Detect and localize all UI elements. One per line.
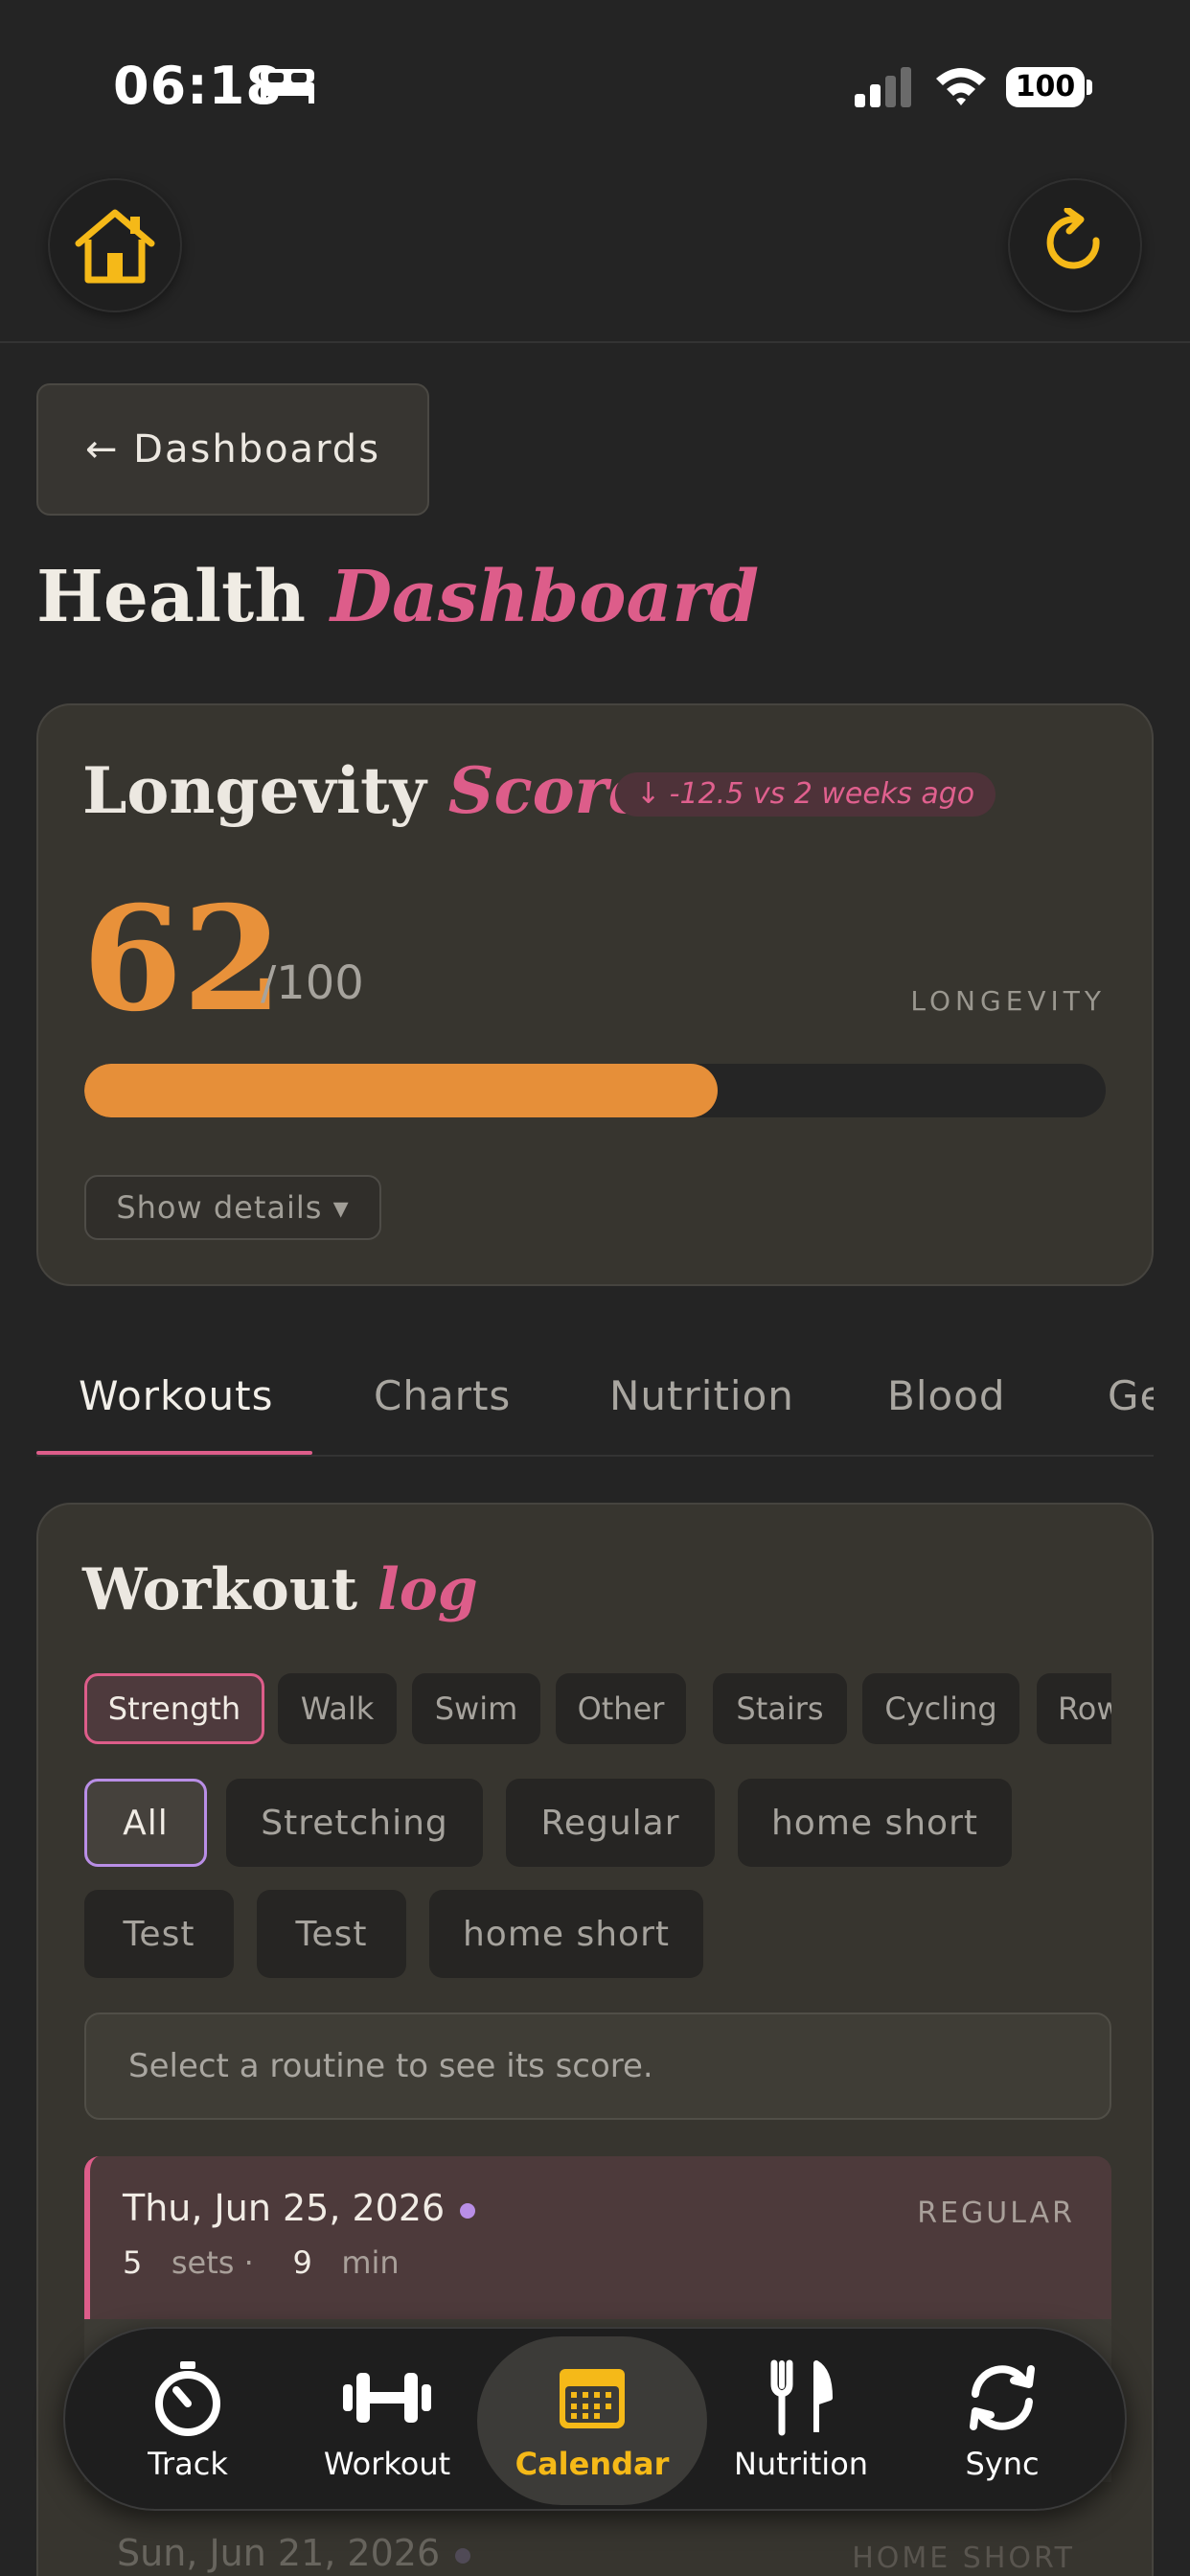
dumbbell-icon: [343, 2373, 431, 2423]
type-chip-row[interactable]: Row: [1037, 1673, 1111, 1744]
type-chip-walk[interactable]: Walk: [278, 1673, 397, 1744]
workout-title-main: Workout: [82, 1556, 358, 1623]
status-time: 06:18: [113, 56, 283, 116]
status-bar: 06:18 100: [0, 0, 1190, 172]
nav-sync[interactable]: Sync: [906, 2336, 1098, 2505]
routine-chip-home-short-2[interactable]: home short: [429, 1890, 703, 1978]
routine-dot-icon: [455, 2547, 471, 2564]
fork-knife-icon: [770, 2359, 833, 2436]
routine-chip-home-short[interactable]: home short: [738, 1779, 1012, 1867]
nav-label-track: Track: [148, 2446, 228, 2482]
entry-routine-tag: REGULAR: [917, 2196, 1075, 2230]
tab-workouts[interactable]: Workouts: [79, 1372, 274, 1419]
active-tab-underline: [36, 1451, 312, 1455]
type-chip-swim[interactable]: Swim: [412, 1673, 540, 1744]
back-to-dashboards-button[interactable]: ← Dashboards: [36, 383, 429, 516]
tab-blood[interactable]: Blood: [887, 1372, 1006, 1419]
score-delta-badge: ↓ -12.5 vs 2 weeks ago: [615, 772, 996, 816]
calendar-icon: [560, 2369, 625, 2428]
workout-title-accent: log: [377, 1556, 478, 1623]
entry-routine-tag: HOME SHORT: [852, 2542, 1075, 2575]
entry-sets-unit: sets ·: [171, 2244, 254, 2281]
show-details-button[interactable]: Show details ▾: [84, 1175, 381, 1240]
nav-workout[interactable]: Workout: [291, 2336, 483, 2505]
header-divider: [0, 341, 1190, 343]
type-chip-stairs[interactable]: Stairs: [713, 1673, 847, 1744]
entry-minutes: 9: [292, 2244, 312, 2281]
battery-indicator: 100: [1006, 67, 1092, 107]
routine-score-hint: Select a routine to see its score.: [84, 2012, 1111, 2120]
workout-type-filter: Strength Walk Swim Other Stairs Cycling …: [84, 1673, 1111, 1746]
page-title-main: Health: [36, 556, 307, 638]
sync-icon: [970, 2365, 1035, 2430]
battery-level: 100: [1006, 67, 1085, 107]
refresh-icon: [1046, 208, 1100, 269]
tab-charts[interactable]: Charts: [374, 1372, 511, 1419]
dashboard-tabs: Workouts Charts Nutrition Blood Ge: [36, 1361, 1154, 1457]
routine-chip-test[interactable]: Test: [84, 1890, 234, 1978]
routine-dot-icon: [460, 2202, 476, 2219]
nav-label-nutrition: Nutrition: [733, 2446, 869, 2482]
wifi-icon: [936, 68, 986, 105]
score-progress-track: [84, 1064, 1106, 1117]
nav-label-calendar: Calendar: [515, 2446, 670, 2482]
home-button[interactable]: [48, 178, 182, 312]
battery-tip: [1087, 80, 1092, 95]
tab-genetics[interactable]: Ge: [1108, 1372, 1154, 1419]
score-label: LONGEVITY: [910, 985, 1106, 1017]
timer-icon: [155, 2361, 220, 2436]
entry-date: Thu, Jun 25, 2026: [123, 2187, 476, 2229]
page-title: Health Dashboard: [36, 556, 759, 638]
routine-chip-stretching[interactable]: Stretching: [226, 1779, 483, 1867]
nav-calendar[interactable]: Calendar: [477, 2336, 707, 2505]
type-chip-other[interactable]: Other: [556, 1673, 686, 1744]
nav-label-workout: Workout: [323, 2446, 451, 2482]
bed-icon: [261, 69, 314, 104]
entry-date: Sun, Jun 21, 2026: [117, 2532, 471, 2574]
routine-chip-all[interactable]: All: [84, 1779, 207, 1867]
type-chip-cycling[interactable]: Cycling: [862, 1673, 1019, 1744]
nav-nutrition[interactable]: Nutrition: [705, 2336, 897, 2505]
score-value: 62: [82, 875, 283, 1044]
workout-entry[interactable]: Thu, Jun 25, 2026 REGULAR 5 sets · 9 min: [84, 2156, 1111, 2319]
score-max: /100: [261, 956, 364, 1010]
entry-sets: 5: [123, 2244, 143, 2281]
workout-entry[interactable]: Sun, Jun 21, 2026 HOME SHORT: [84, 2501, 1111, 2576]
page-title-accent: Dashboard: [330, 556, 760, 638]
nav-track[interactable]: Track: [92, 2336, 284, 2505]
type-chip-strength[interactable]: Strength: [84, 1673, 264, 1744]
nav-label-sync: Sync: [965, 2446, 1040, 2482]
score-progress-fill: [84, 1064, 718, 1117]
refresh-button[interactable]: [1008, 178, 1142, 312]
entry-minutes-unit: min: [341, 2244, 400, 2281]
routine-chip-regular[interactable]: Regular: [506, 1779, 715, 1867]
tab-nutrition[interactable]: Nutrition: [609, 1372, 794, 1419]
bottom-navigation: Track Workout Calendar Nutrition Sync: [63, 2327, 1127, 2511]
longevity-score-title: Longevity Score: [82, 753, 648, 828]
entry-stats: 5 sets · 9 min: [123, 2244, 400, 2281]
longevity-title-main: Longevity: [82, 753, 426, 828]
home-icon: [75, 209, 155, 284]
routine-chip-test-2[interactable]: Test: [257, 1890, 406, 1978]
signal-icon: [855, 67, 911, 107]
workout-log-title: Workout log: [82, 1556, 478, 1623]
longevity-score-card: Longevity Score ↓ -12.5 vs 2 weeks ago 6…: [36, 703, 1154, 1286]
